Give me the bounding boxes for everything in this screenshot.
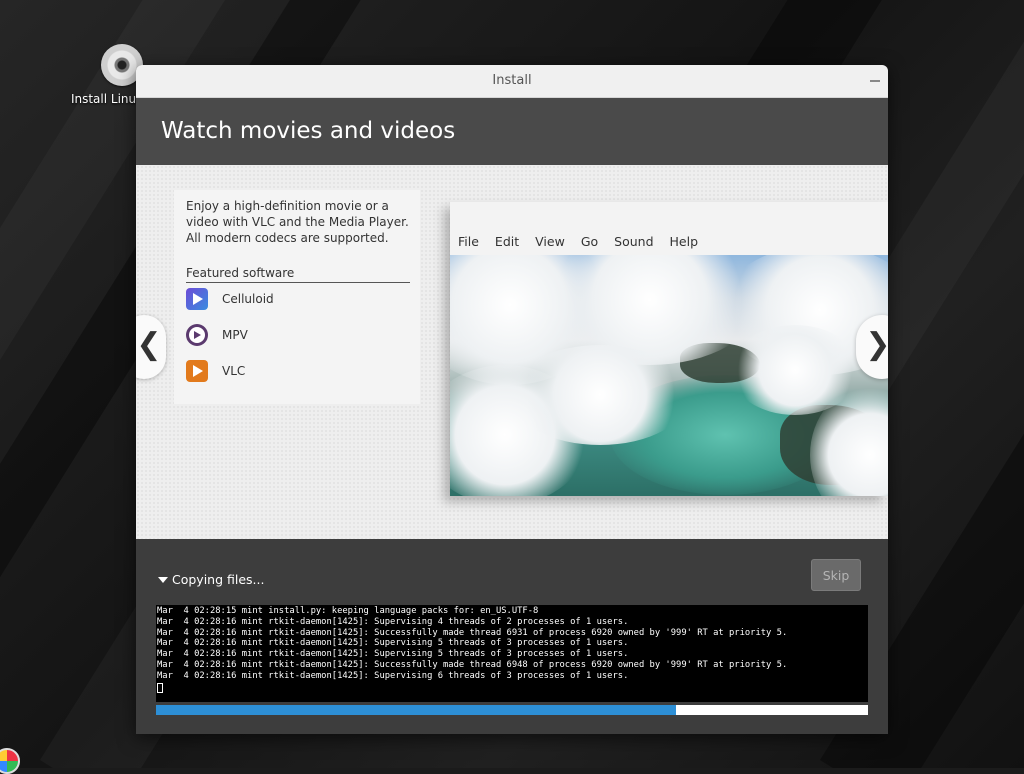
player-menubar: File Edit View Go Sound Help [458, 234, 714, 249]
menu-file: File [458, 234, 479, 249]
log-line: Mar 4 02:28:16 mint rtkit-daemon[1425]: … [157, 670, 629, 681]
log-line: Mar 4 02:28:16 mint rtkit-daemon[1425]: … [157, 627, 788, 638]
log-line: Mar 4 02:28:16 mint rtkit-daemon[1425]: … [157, 616, 629, 627]
app-item-mpv: MPV [186, 323, 248, 347]
app-name: MPV [222, 328, 248, 342]
expander-arrow-icon [158, 577, 168, 583]
menu-edit: Edit [494, 234, 520, 249]
menu-orb-icon[interactable] [0, 748, 20, 774]
previous-slide-button[interactable]: ❮ [136, 315, 166, 379]
status-expander[interactable]: Copying files... [158, 572, 264, 587]
status-text: Copying files... [172, 572, 265, 587]
menu-sound: Sound [614, 234, 654, 249]
slide-heading: Watch movies and videos [136, 98, 888, 165]
vlc-icon [186, 360, 208, 382]
app-item-celluloid: Celluloid [186, 287, 274, 311]
chevron-left-icon: ❮ [136, 327, 162, 362]
celluloid-icon [186, 288, 208, 310]
log-line: Mar 4 02:28:15 mint install.py: keeping … [157, 606, 539, 616]
info-card: Enjoy a high-definition movie or a video… [174, 190, 420, 404]
window-title: Install [492, 73, 532, 88]
install-window: Install Watch movies and videos Enjoy a … [136, 65, 888, 734]
window-titlebar[interactable]: Install [136, 65, 888, 98]
install-log-terminal[interactable]: Mar 4 02:28:15 mint install.py: keeping … [156, 605, 868, 702]
app-name: Celluloid [222, 292, 274, 306]
terminal-cursor [157, 682, 163, 693]
video-cloud [510, 345, 690, 445]
media-player-preview: File Edit View Go Sound Help [450, 202, 888, 496]
log-line: Mar 4 02:28:16 mint rtkit-daemon[1425]: … [157, 649, 629, 660]
menu-help: Help [669, 234, 699, 249]
app-item-vlc: VLC [186, 359, 245, 383]
chevron-right-icon: ❯ [865, 327, 888, 362]
menu-go: Go [580, 234, 599, 249]
skip-button[interactable]: Skip [811, 559, 861, 591]
mpv-icon [186, 324, 208, 346]
video-frame [450, 255, 888, 496]
log-line: Mar 4 02:28:16 mint rtkit-daemon[1425]: … [157, 638, 629, 649]
progress-fill [156, 705, 676, 715]
slide-description: Enjoy a high-definition movie or a video… [186, 199, 409, 245]
app-name: VLC [222, 364, 246, 378]
featured-software-title: Featured software [186, 266, 410, 283]
slideshow: Enjoy a high-definition movie or a video… [136, 165, 888, 539]
log-line: Mar 4 02:28:16 mint rtkit-daemon[1425]: … [157, 659, 788, 670]
menu-view: View [535, 234, 565, 249]
install-progress-bar [156, 705, 868, 715]
minimize-icon[interactable] [870, 80, 880, 82]
